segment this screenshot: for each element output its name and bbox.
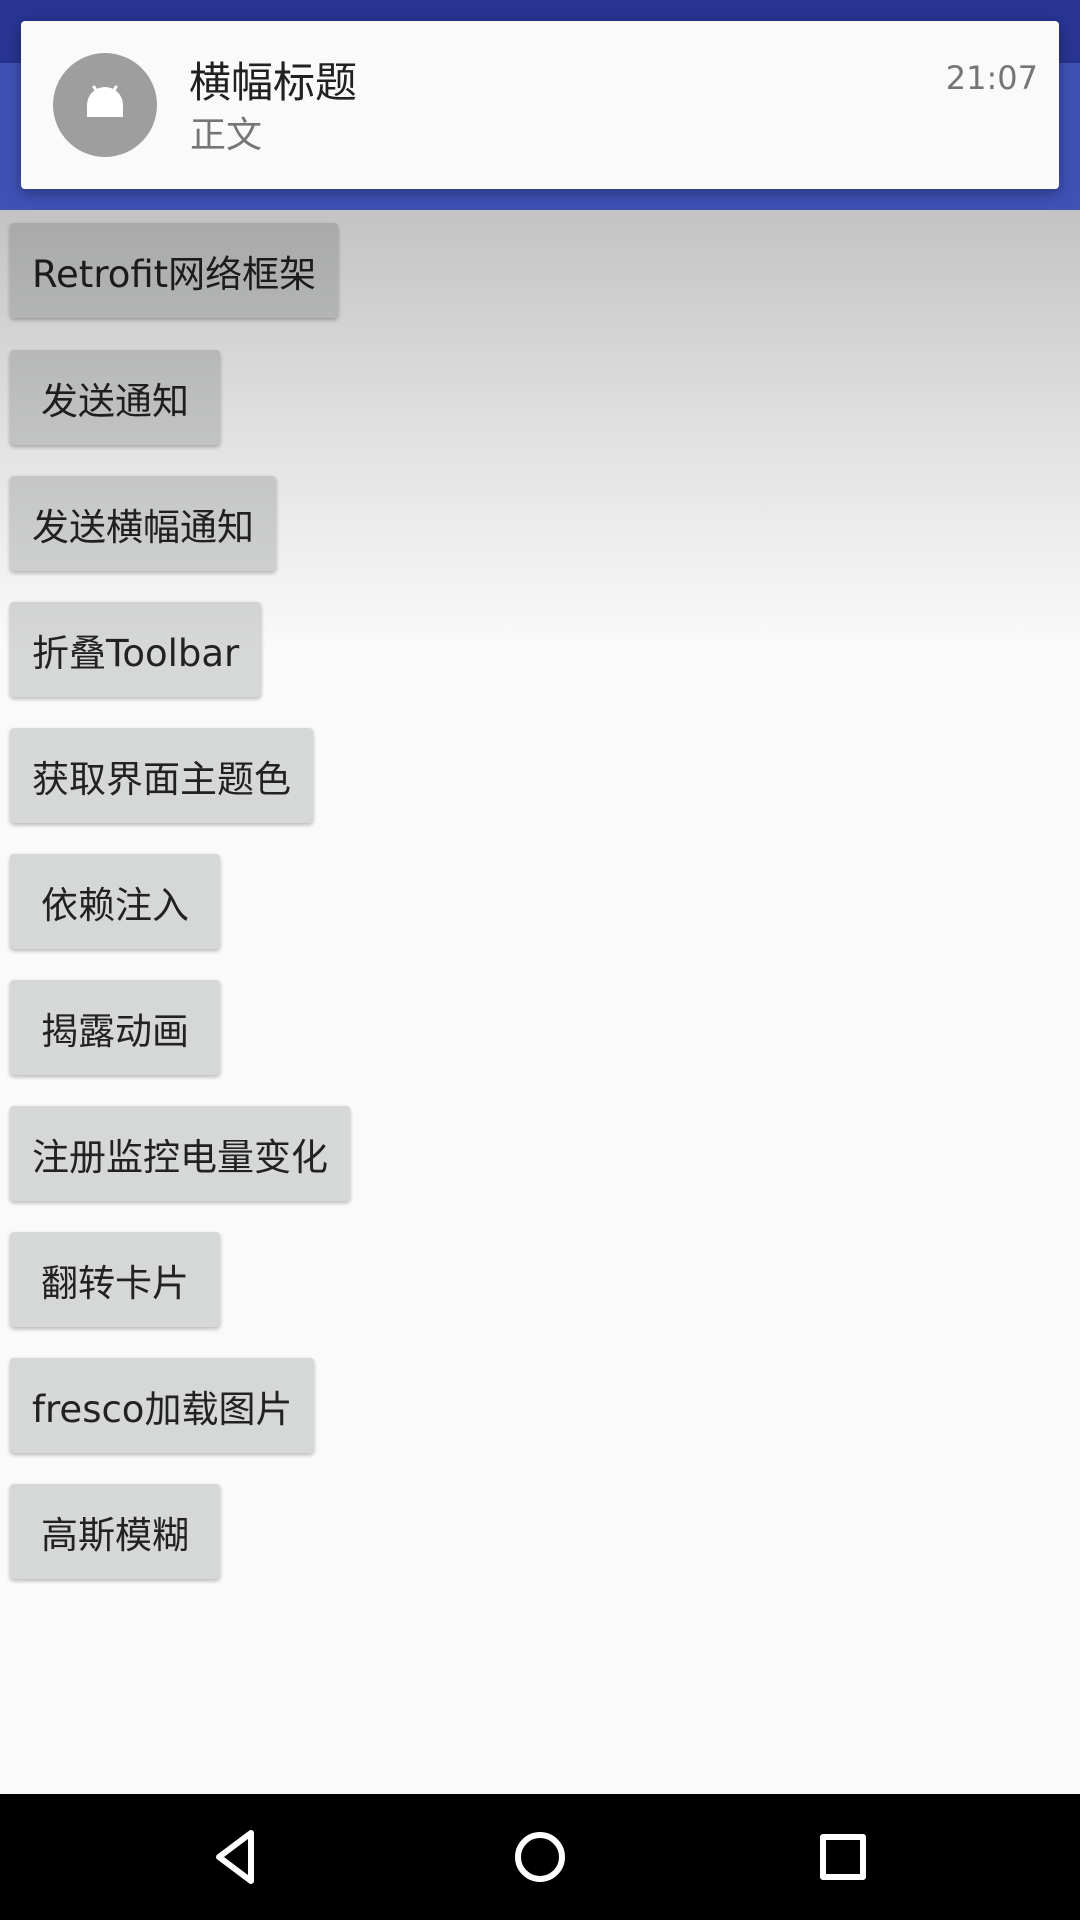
flip-card-button[interactable]: 翻转卡片	[10, 1232, 220, 1327]
dependency-injection-button[interactable]: 依赖注入	[10, 854, 220, 949]
button-label: 高斯模糊	[41, 1513, 189, 1557]
notification-time: 21:07	[945, 59, 1038, 97]
button-label: 发送横幅通知	[32, 505, 254, 549]
heads-up-notification[interactable]: 横幅标题 正文 21:07	[21, 21, 1059, 189]
android-icon	[53, 53, 157, 157]
button-label: 折叠Toolbar	[32, 631, 240, 675]
navigation-bar	[0, 1794, 1080, 1920]
back-triangle-icon[interactable]	[190, 1812, 280, 1902]
button-label: 翻转卡片	[41, 1261, 189, 1305]
fresco-image-button[interactable]: fresco加载图片	[10, 1358, 315, 1453]
button-label: 依赖注入	[41, 883, 189, 927]
gaussian-blur-button[interactable]: 高斯模糊	[10, 1484, 220, 1579]
retrofit-button[interactable]: Retrofit网络框架	[10, 223, 339, 318]
collapse-toolbar-button[interactable]: 折叠Toolbar	[10, 602, 262, 697]
send-notification-button[interactable]: 发送通知	[10, 350, 220, 445]
button-label: 获取界面主题色	[32, 757, 291, 801]
notification-body: 正文	[190, 115, 263, 156]
button-label: 注册监控电量变化	[32, 1135, 328, 1179]
button-label: fresco加载图片	[32, 1387, 293, 1431]
button-label: Retrofit网络框架	[32, 252, 317, 296]
button-label: 揭露动画	[41, 1009, 189, 1053]
send-banner-notification-button[interactable]: 发送横幅通知	[10, 476, 276, 571]
button-label: 发送通知	[41, 379, 189, 423]
notification-title: 横幅标题	[189, 58, 358, 107]
reveal-animation-button[interactable]: 揭露动画	[10, 980, 220, 1075]
battery-monitor-button[interactable]: 注册监控电量变化	[10, 1106, 350, 1201]
recents-square-icon[interactable]	[798, 1812, 888, 1902]
home-circle-icon[interactable]	[495, 1812, 585, 1902]
theme-color-button[interactable]: 获取界面主题色	[10, 728, 313, 823]
